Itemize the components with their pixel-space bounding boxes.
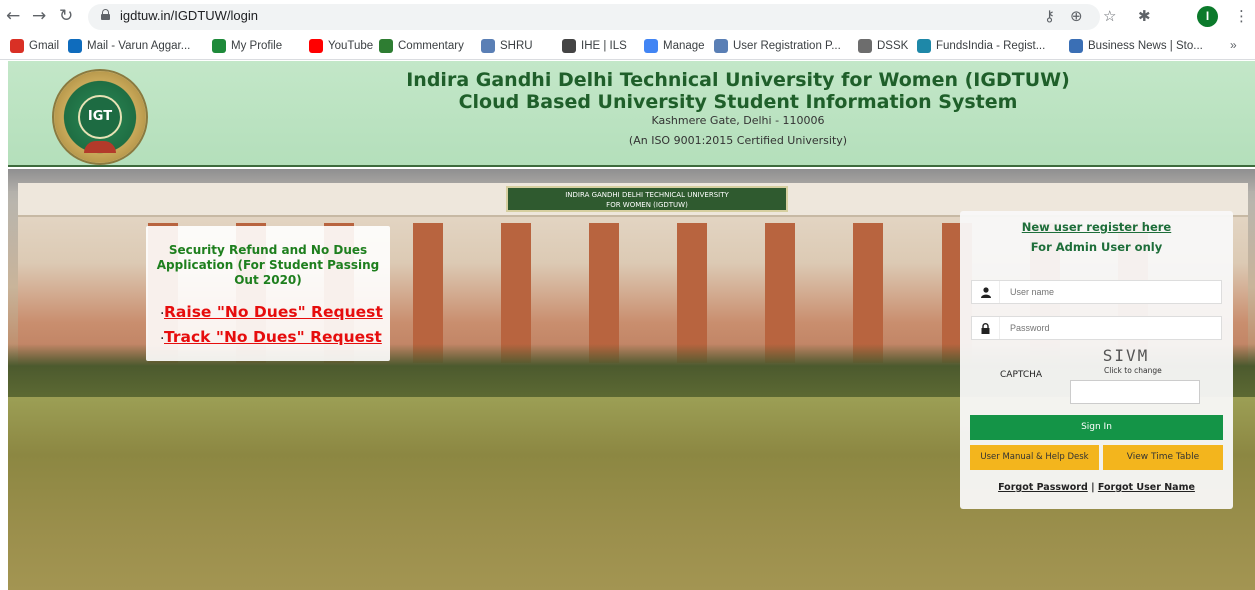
bookmark-item[interactable]: IHE | ILS (562, 39, 627, 53)
admin-only-note: For Admin User only (1030, 240, 1163, 254)
university-title: Indira Gandhi Delhi Technical University… (406, 69, 1070, 91)
back-arrow-icon[interactable]: ← (6, 6, 20, 26)
bookmark-label: IHE | ILS (581, 40, 627, 52)
bookmark-item[interactable]: Business News | Sto... (1069, 39, 1203, 53)
zoom-icon[interactable]: ⊕ (1070, 7, 1083, 25)
reload-icon[interactable]: ↻ (59, 6, 73, 26)
more-bookmarks-icon[interactable]: » (1230, 38, 1237, 52)
bookmark-star-icon[interactable]: ☆ (1103, 7, 1116, 25)
bookmark-label: Mail - Varun Aggar... (87, 40, 191, 52)
bookmark-label: Commentary (398, 40, 464, 52)
bookmark-label: YouTube (328, 40, 374, 52)
site-header: IGT Indira Gandhi Delhi Technical Univer… (8, 61, 1255, 167)
gmail-icon (10, 39, 24, 53)
notice-title: Security Refund and No Dues Application … (156, 243, 380, 287)
lock-icon (972, 317, 1000, 339)
bookmark-label: FundsIndia - Regist... (936, 40, 1046, 52)
captcha-image[interactable]: SIVM (1096, 346, 1156, 365)
bookmark-label: My Profile (231, 40, 283, 52)
university-address: Kashmere Gate, Delhi - 110006 (651, 114, 825, 127)
university-logo: IGT (52, 69, 148, 165)
profile-icon (212, 39, 226, 53)
logo-base-icon (84, 141, 116, 153)
password-input[interactable] (1000, 323, 1220, 333)
dssk-icon (858, 39, 872, 53)
captcha-input[interactable] (1070, 380, 1200, 404)
forgot-username-link[interactable]: Forgot User Name (1098, 482, 1195, 493)
bookmark-item[interactable]: Gmail (10, 39, 59, 53)
login-panel: New user register here For Admin User on… (960, 211, 1233, 509)
forgot-password-link[interactable]: Forgot Password (998, 482, 1088, 493)
username-input[interactable] (1000, 287, 1220, 297)
forward-arrow-icon[interactable]: → (32, 6, 46, 26)
new-user-register-link[interactable]: New user register here (960, 220, 1233, 234)
shru-icon (481, 39, 495, 53)
sign-in-button[interactable]: Sign In (970, 415, 1223, 440)
forgot-separator: | (1091, 482, 1095, 493)
captcha-refresh-hint[interactable]: Click to change (1104, 366, 1162, 375)
bookmark-item[interactable]: DSSK (858, 39, 908, 53)
user-manual-button[interactable]: User Manual & Help Desk (970, 445, 1099, 470)
bookmark-item[interactable]: User Registration P... (714, 39, 841, 53)
outlook-icon (68, 39, 82, 53)
key-icon[interactable]: ⚷ (1044, 7, 1055, 25)
commentary-icon (379, 39, 393, 53)
bookmark-item[interactable]: SHRU (481, 39, 533, 53)
password-field[interactable] (971, 316, 1222, 340)
view-time-table-button[interactable]: View Time Table (1103, 445, 1223, 470)
bookmark-label: User Registration P... (733, 40, 841, 52)
news-icon (1069, 39, 1083, 53)
username-field[interactable] (971, 280, 1222, 304)
fundsindia-icon (917, 39, 931, 53)
bookmark-item[interactable]: Manage (644, 39, 705, 53)
browser-toolbar: ← → ↻ igdtuw.in/IGDTUW/login ⚷ ⊕ ☆ ✱ I ⋮ (0, 0, 1255, 33)
forgot-links: Forgot Password | Forgot User Name (960, 482, 1233, 493)
bookmark-item[interactable]: My Profile (212, 39, 282, 53)
logo-emblem-icon: IGT (78, 95, 122, 139)
login-page: IGT Indira Gandhi Delhi Technical Univer… (0, 61, 1255, 590)
bookmark-label: Manage (663, 40, 705, 52)
track-no-dues-link[interactable]: Track "No Dues" Request (164, 328, 382, 346)
user-icon (972, 281, 1000, 303)
menu-dots-icon[interactable]: ⋮ (1234, 7, 1249, 25)
bookmark-label: Gmail (29, 40, 60, 52)
raise-no-dues-link[interactable]: Raise "No Dues" Request (164, 303, 383, 321)
lock-icon[interactable] (101, 9, 110, 20)
bookmark-item[interactable]: Mail - Varun Aggar... (68, 39, 190, 53)
profile-avatar[interactable]: I (1197, 6, 1218, 27)
iso-certification: (An ISO 9001:2015 Certified University) (628, 134, 848, 147)
no-dues-notice: Security Refund and No Dues Application … (146, 226, 390, 361)
captcha-label: CAPTCHA (1000, 370, 1043, 380)
bookmark-label: Business News | Sto... (1088, 40, 1203, 52)
registration-icon (714, 39, 728, 53)
bookmark-label: SHRU (500, 40, 533, 52)
bookmark-item[interactable]: YouTube (309, 39, 373, 53)
manage-icon (644, 39, 658, 53)
bookmark-label: DSSK (877, 40, 909, 52)
youtube-icon (309, 39, 323, 53)
globe-icon (562, 39, 576, 53)
bookmark-item[interactable]: Commentary (379, 39, 464, 53)
building-signboard: INDIRA GANDHI DELHI TECHNICAL UNIVERSITY… (506, 186, 788, 212)
system-title: Cloud Based University Student Informati… (458, 91, 1018, 113)
bookmark-item[interactable]: FundsIndia - Regist... (917, 39, 1045, 53)
bookmarks-bar: » Gmail Mail - Varun Aggar... My Profile Yo… (0, 33, 1255, 60)
url-text[interactable]: igdtuw.in/IGDTUW/login (120, 8, 258, 23)
extensions-icon[interactable]: ✱ (1138, 7, 1151, 25)
